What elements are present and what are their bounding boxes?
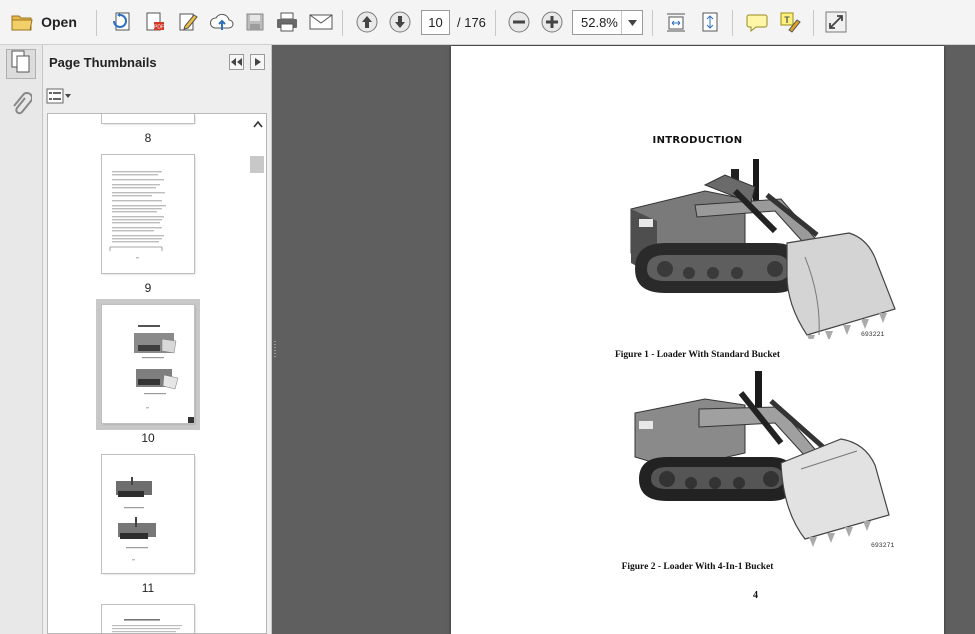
zoom-level-value: 52.8% [581, 15, 618, 30]
splitter-grip[interactable] [274, 341, 276, 359]
print-button[interactable] [272, 8, 302, 36]
comment-button[interactable] [743, 8, 771, 36]
page-count: / 176 [457, 15, 486, 30]
edit-button[interactable] [174, 8, 202, 36]
toolbar-divider [732, 10, 733, 36]
thumbnail-page-9[interactable] [102, 155, 194, 273]
fit-width-button[interactable] [662, 8, 690, 36]
toolbar-divider [813, 10, 814, 36]
toolbar-divider [342, 10, 343, 36]
thumbnail-options-button[interactable] [46, 88, 74, 109]
edit-icon [177, 11, 199, 33]
fit-page-button[interactable] [696, 8, 724, 36]
create-pdf-icon [111, 11, 133, 33]
thumbnail-list[interactable]: 8 9 10 11 [47, 113, 267, 634]
zoom-in-icon [540, 10, 564, 34]
save-button[interactable] [241, 8, 269, 36]
zoom-in-button[interactable] [538, 8, 566, 36]
pages-icon [10, 50, 32, 79]
open-button[interactable]: Open [6, 8, 82, 36]
zoom-level-select[interactable]: 52.8% [572, 10, 643, 35]
thumbnails-panel: Page Thumbnails 8 9 10 11 [43, 45, 272, 634]
chevron-right-icon [254, 53, 261, 71]
photo-id-label: 693221 [861, 331, 885, 338]
toolbar-divider [652, 10, 653, 36]
scroll-up-button[interactable] [250, 116, 265, 131]
zoom-out-button[interactable] [505, 8, 533, 36]
collapse-panel-button[interactable] [229, 54, 244, 70]
chevron-up-icon [252, 115, 263, 133]
zoom-out-icon [507, 10, 531, 34]
expand-icon [825, 11, 847, 33]
attachments-toggle[interactable] [6, 91, 36, 121]
page-thumbnails-toggle[interactable] [6, 49, 36, 79]
svg-text:PDF: PDF [154, 25, 164, 31]
double-chevron-left-icon [231, 53, 242, 71]
open-label: Open [41, 14, 77, 30]
svg-text:T: T [784, 15, 790, 25]
thumbnail-text-content [109, 171, 166, 259]
toolbar-divider [495, 10, 496, 36]
thumbnail-page-content [134, 325, 179, 409]
printed-page-number: 4 [753, 590, 758, 601]
loader-4-in-1-bucket-photo [634, 371, 890, 547]
thumbnail-page-11[interactable] [102, 455, 194, 573]
loader-standard-bucket-photo [630, 159, 896, 339]
navigation-rail [0, 45, 43, 634]
email-button[interactable] [306, 8, 336, 36]
comment-icon [746, 12, 768, 32]
page-number-input[interactable]: 10 [421, 10, 450, 35]
figure-1-caption: Figure 1 - Loader With Standard Bucket [614, 350, 781, 360]
thumbnail-page-10[interactable] [102, 305, 194, 423]
highlight-icon: T [779, 11, 801, 33]
upload-cloud-button[interactable] [207, 8, 237, 36]
previous-page-button[interactable] [353, 8, 381, 36]
document-page: INTRODUCTION 693221 Figure 1 - Loader Wi… [451, 46, 944, 634]
highlight-button[interactable]: T [776, 8, 804, 36]
photo-id-label: 693271 [871, 542, 895, 549]
pdf-reader-window: Open PDF 10 / 176 52.8% T Page Thumbnail… [0, 0, 975, 634]
scrollbar-thumb[interactable] [250, 156, 264, 173]
create-pdf-button[interactable] [108, 8, 136, 36]
page-heading: INTRODUCTION [652, 135, 743, 146]
thumbnail-label: 10 [141, 431, 155, 445]
expand-panel-button[interactable] [250, 54, 265, 70]
thumbnail-page-content [116, 477, 156, 561]
upload-cloud-icon [209, 11, 235, 33]
toolbar-divider [96, 10, 97, 36]
thumbnail-label: 8 [144, 131, 152, 145]
export-pdf-icon: PDF [144, 11, 166, 33]
paperclip-icon [10, 91, 33, 121]
thumbnail-label: 9 [144, 281, 152, 295]
save-icon [245, 12, 265, 32]
folder-icon [11, 13, 33, 31]
email-icon [309, 13, 333, 31]
document-view[interactable]: INTRODUCTION 693221 Figure 1 - Loader Wi… [278, 45, 975, 634]
main-toolbar: Open PDF 10 / 176 52.8% T [0, 0, 975, 45]
full-screen-button[interactable] [822, 8, 850, 36]
page-marker [188, 417, 194, 423]
thumbnail-text-content [112, 619, 182, 633]
page-up-icon [355, 10, 379, 34]
next-page-button[interactable] [386, 8, 414, 36]
print-icon [275, 11, 299, 33]
fit-width-icon [666, 11, 686, 33]
options-menu-icon [46, 88, 72, 109]
figure-2-caption: Figure 2 - Loader With 4-In-1 Bucket [621, 562, 774, 572]
export-pdf-button[interactable]: PDF [141, 8, 169, 36]
thumbnail-page-12[interactable] [102, 605, 194, 633]
page-down-icon [388, 10, 412, 34]
chevron-down-icon[interactable] [621, 11, 642, 34]
panel-title: Page Thumbnails [49, 55, 157, 70]
thumbnail-page-8[interactable] [102, 114, 194, 123]
thumbnail-label: 11 [141, 581, 155, 595]
fit-page-icon [700, 11, 720, 33]
